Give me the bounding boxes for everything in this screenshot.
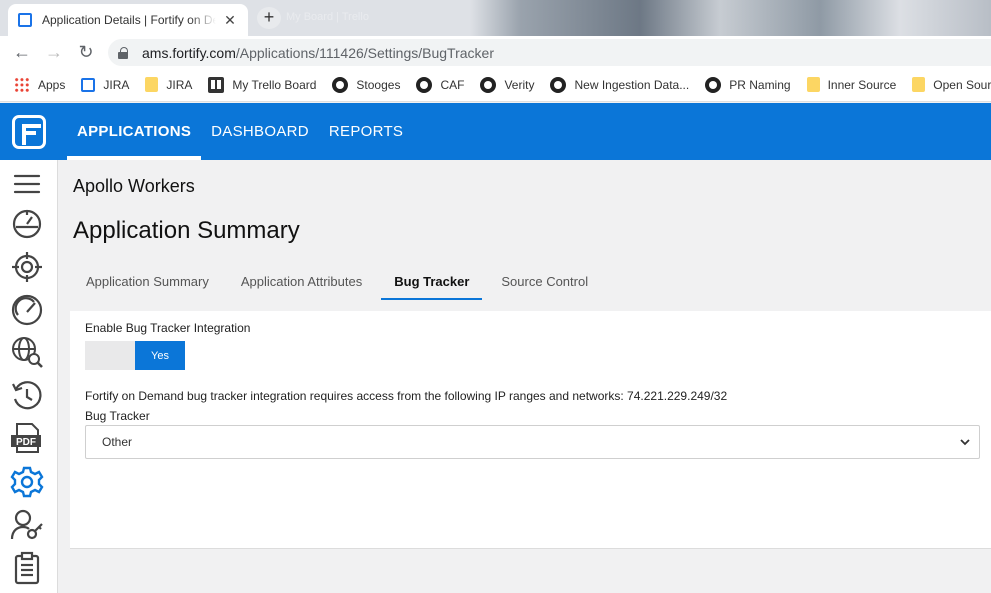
bookmark-jira-folder[interactable]: JIRA xyxy=(145,77,192,92)
background-tab-title[interactable]: My Board | Trello xyxy=(286,11,369,23)
bookmark-inner-source[interactable]: Inner Source xyxy=(806,77,897,92)
bookmark-stooges[interactable]: Stooges xyxy=(332,76,401,93)
tab-application-summary[interactable]: Application Summary xyxy=(73,266,222,300)
bookmark-trello[interactable]: My Trello Board xyxy=(208,76,317,93)
bookmark-label: Inner Source xyxy=(827,77,897,92)
fortify-logo-icon xyxy=(12,114,46,149)
github-icon xyxy=(332,76,349,93)
ip-requirements-text: Fortify on Demand bug tracker integratio… xyxy=(85,389,728,403)
bug-tracker-panel: Enable Bug Tracker Integration Yes Forti… xyxy=(70,311,991,549)
bookmark-label: CAF xyxy=(440,77,465,92)
browser-tab-active[interactable]: Application Details | Fortify on Demand … xyxy=(8,4,248,36)
svg-text:PDF: PDF xyxy=(16,437,36,448)
application-name: Apollo Workers xyxy=(73,176,195,196)
back-icon[interactable]: ← xyxy=(10,40,34,64)
url-text: ams.fortify.com/Applications/111426/Sett… xyxy=(142,45,494,61)
bookmarks-bar: Apps JIRA JIRA My Trello Board Stooges C… xyxy=(0,68,991,102)
bug-tracker-toggle[interactable]: Yes xyxy=(85,341,185,370)
apps-grid-icon xyxy=(14,76,30,93)
browser-tabstrip: Application Details | Fortify on Demand … xyxy=(0,0,991,36)
bookmark-apps[interactable]: Apps xyxy=(14,76,66,93)
bookmark-caf[interactable]: CAF xyxy=(416,76,465,93)
fortify-logo[interactable] xyxy=(0,103,58,160)
settings-tabs: Application Summary Application Attribut… xyxy=(73,266,607,300)
bookmark-label: Stooges xyxy=(356,77,401,92)
bug-tracker-label: Bug Tracker xyxy=(85,409,150,423)
address-bar: ← → ↻ ams.fortify.com/Applications/11142… xyxy=(0,36,991,68)
lock-icon xyxy=(118,46,128,59)
close-tab-icon[interactable]: ✕ xyxy=(222,12,238,29)
toggle-off-segment[interactable] xyxy=(85,341,135,370)
tab-title: Application Details | Fortify on Demand xyxy=(42,13,216,27)
toggle-yes-segment[interactable]: Yes xyxy=(135,341,185,370)
url-field[interactable]: ams.fortify.com/Applications/111426/Sett… xyxy=(108,39,991,66)
tab-bug-tracker[interactable]: Bug Tracker xyxy=(381,266,483,300)
bookmark-new-ingestion[interactable]: New Ingestion Data... xyxy=(550,76,690,93)
bookmark-jira[interactable]: JIRA xyxy=(81,77,130,92)
bookmark-label: JIRA xyxy=(166,77,193,92)
folder-icon xyxy=(912,77,926,92)
bookmark-open-source[interactable]: Open Source xyxy=(912,77,991,92)
trello-icon xyxy=(208,76,225,93)
bug-tracker-select[interactable]: Other xyxy=(85,425,980,459)
fortify-favicon-icon xyxy=(18,13,32,27)
bookmark-label: PR Naming xyxy=(729,77,791,92)
pdf-icon[interactable]: PDF xyxy=(10,421,44,455)
history-icon[interactable] xyxy=(10,379,44,413)
folder-icon xyxy=(145,77,159,92)
enable-bug-tracker-label: Enable Bug Tracker Integration xyxy=(85,321,251,335)
target-icon[interactable] xyxy=(10,250,44,284)
globe-search-icon[interactable] xyxy=(10,335,44,369)
reload-icon[interactable]: ↻ xyxy=(74,40,98,64)
sidebar: PDF xyxy=(0,103,58,593)
nav-applications[interactable]: APPLICATIONS xyxy=(58,103,202,160)
tab-application-attributes[interactable]: Application Attributes xyxy=(228,266,375,300)
github-icon xyxy=(550,76,567,93)
url-host: ams.fortify.com xyxy=(142,44,236,61)
nav-dashboard[interactable]: DASHBOARD xyxy=(201,103,319,160)
top-nav: APPLICATIONS DASHBOARD REPORTS xyxy=(58,103,991,160)
dashboard-gauge-icon[interactable] xyxy=(10,207,44,241)
clipboard-icon[interactable] xyxy=(10,551,44,585)
bug-tracker-selected-value: Other xyxy=(102,435,133,449)
speedometer-icon[interactable] xyxy=(10,293,44,327)
github-icon xyxy=(705,76,722,93)
url-path: /Applications/111426/Settings/BugTracker xyxy=(235,44,494,61)
bookmark-label: JIRA xyxy=(103,77,130,92)
page-title: Application Summary xyxy=(73,217,300,244)
folder-icon xyxy=(806,77,820,92)
bookmark-label: Open Source xyxy=(933,77,991,92)
tab-source-control[interactable]: Source Control xyxy=(488,266,601,300)
bookmark-label: My Trello Board xyxy=(232,77,317,92)
github-icon xyxy=(416,76,433,93)
bookmark-label: New Ingestion Data... xyxy=(574,77,690,92)
forward-icon[interactable]: → xyxy=(42,40,66,64)
user-key-icon[interactable] xyxy=(10,508,44,542)
bookmark-label: Verity xyxy=(504,77,535,92)
menu-icon[interactable] xyxy=(10,167,44,201)
bookmark-pr-naming[interactable]: PR Naming xyxy=(705,76,791,93)
chevron-down-icon xyxy=(960,439,970,446)
nav-reports[interactable]: REPORTS xyxy=(319,103,413,160)
settings-gear-icon[interactable] xyxy=(10,465,44,499)
new-tab-button[interactable]: + xyxy=(257,7,281,29)
jira-icon xyxy=(81,77,96,92)
bookmark-label: Apps xyxy=(38,77,66,92)
github-icon xyxy=(480,76,497,93)
bookmark-verity[interactable]: Verity xyxy=(480,76,535,93)
main-content: Apollo Workers Application Summary Appli… xyxy=(59,160,991,593)
